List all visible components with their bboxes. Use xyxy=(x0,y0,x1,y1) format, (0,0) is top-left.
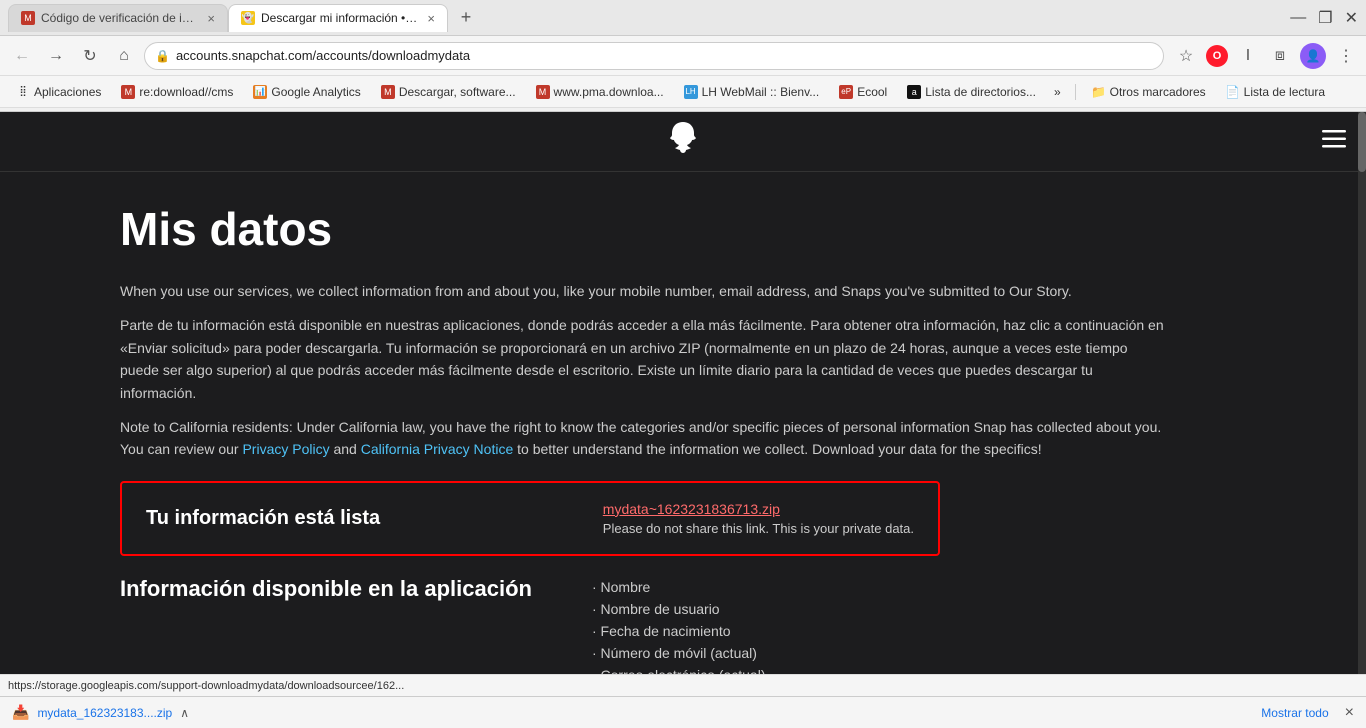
scrollbar-thumb[interactable] xyxy=(1358,112,1366,172)
bookmark-more[interactable]: » xyxy=(1048,82,1067,102)
browser-chrome: M Código de verificación de inicio d... … xyxy=(0,0,1366,112)
bookmarks-bar: ⣿ Aplicaciones M re:download//cms 📊 Goog… xyxy=(0,76,1366,108)
apps-favicon: ⣿ xyxy=(16,85,30,99)
list-item: Nombre de usuario xyxy=(592,598,780,620)
bookmark-lista[interactable]: a Lista de directorios... xyxy=(899,82,1044,102)
pma-favicon: M xyxy=(536,85,550,99)
analytics-favicon: 📊 xyxy=(253,85,267,99)
data-warning-text: Please do not share this link. This is y… xyxy=(603,521,914,536)
bookmark-lista-label: Lista de directorios... xyxy=(925,85,1036,99)
snap-header xyxy=(0,112,1366,172)
window-controls: — ❐ ✕ xyxy=(1290,8,1358,28)
data-link-section: mydata~1623231836713.zip Please do not s… xyxy=(603,501,914,536)
puzzle-icon[interactable]: ⧈ xyxy=(1268,44,1292,68)
bookmark-otros-label: Otros marcadores xyxy=(1110,85,1206,99)
bookmark-descargar-label: Descargar, software... xyxy=(399,85,516,99)
lhwebmail-favicon: LH xyxy=(684,85,698,99)
data-download-link[interactable]: mydata~1623231836713.zip xyxy=(603,501,780,517)
profile-avatar[interactable]: 👤 xyxy=(1300,43,1326,69)
forward-button[interactable]: → xyxy=(42,42,70,70)
bookmark-more-label: » xyxy=(1054,85,1061,99)
main-content: Mis datos When you use our services, we … xyxy=(0,172,1366,696)
back-button[interactable]: ← xyxy=(8,42,36,70)
tab-1-favicon: M xyxy=(21,11,35,25)
menu-icon[interactable]: ⋮ xyxy=(1334,44,1358,68)
bookmark-apps-label: Aplicaciones xyxy=(34,85,101,99)
list-item: Número de móvil (actual) xyxy=(592,642,780,664)
ecool-favicon: eP xyxy=(839,85,853,99)
tab-bar: M Código de verificación de inicio d... … xyxy=(8,4,1290,32)
bookmark-descargar[interactable]: M Descargar, software... xyxy=(373,82,524,102)
description-3: Note to California residents: Under Cali… xyxy=(120,416,1170,461)
bookmark-analytics[interactable]: 📊 Google Analytics xyxy=(245,82,368,102)
download-icon: 📥 xyxy=(12,704,29,721)
title-bar: M Código de verificación de inicio d... … xyxy=(0,0,1366,36)
description-3-and: and xyxy=(333,441,360,457)
browser-icons: ☆ O I ⧈ 👤 ⋮ xyxy=(1174,43,1358,69)
status-url: https://storage.googleapis.com/support-d… xyxy=(8,680,404,692)
scrollbar-track[interactable] xyxy=(1358,112,1366,696)
lectura-favicon: 📄 xyxy=(1226,85,1240,99)
bookmark-lectura[interactable]: 📄 Lista de lectura xyxy=(1218,82,1333,102)
lock-icon: 🔒 xyxy=(155,49,170,63)
hamburger-menu[interactable] xyxy=(1322,130,1346,154)
data-ready-title: Tu información está lista xyxy=(146,507,380,530)
download-chevron[interactable]: ∧ xyxy=(180,706,189,720)
data-ready-box: Tu información está lista mydata~1623231… xyxy=(120,481,940,556)
bookmark-redownload[interactable]: M re:download//cms xyxy=(113,82,241,102)
tab-1-close[interactable]: × xyxy=(207,11,215,26)
bookmark-analytics-label: Google Analytics xyxy=(271,85,360,99)
bookmark-redownload-label: re:download//cms xyxy=(139,85,233,99)
address-bar: ← → ↻ ⌂ 🔒 accounts.snapchat.com/accounts… xyxy=(0,36,1366,76)
list-item: Fecha de nacimiento xyxy=(592,620,780,642)
url-bar[interactable]: 🔒 accounts.snapchat.com/accounts/downloa… xyxy=(144,42,1164,70)
tab-2-close[interactable]: × xyxy=(427,11,435,26)
page-content: Mis datos When you use our services, we … xyxy=(0,112,1366,696)
tab-2[interactable]: 👻 Descargar mi información • Snap... × xyxy=(228,4,448,32)
bookmark-apps[interactable]: ⣿ Aplicaciones xyxy=(8,82,109,102)
bookmark-pma[interactable]: M www.pma.downloa... xyxy=(528,82,672,102)
minimize-button[interactable]: — xyxy=(1290,9,1306,27)
bookmark-lectura-label: Lista de lectura xyxy=(1244,85,1325,99)
tab-1-title: Código de verificación de inicio d... xyxy=(41,11,197,25)
bookmarks-divider xyxy=(1075,84,1076,100)
download-bar: 📥 mydata_162323183....zip ∧ Mostrar todo… xyxy=(0,696,1366,728)
privacy-policy-link[interactable]: Privacy Policy xyxy=(242,441,329,457)
description-2: Parte de tu información está disponible … xyxy=(120,314,1170,404)
description-3-end: to better understand the information we … xyxy=(517,441,1042,457)
opera-icon[interactable]: O xyxy=(1206,45,1228,67)
close-button[interactable]: ✕ xyxy=(1345,8,1358,28)
show-all-button[interactable]: Mostrar todo xyxy=(1253,702,1336,724)
new-tab-button[interactable]: + xyxy=(452,4,480,32)
download-filename[interactable]: mydata_162323183....zip xyxy=(37,706,172,720)
download-item: 📥 mydata_162323183....zip ∧ xyxy=(12,704,189,721)
bookmark-otros[interactable]: 📁 Otros marcadores xyxy=(1084,82,1214,102)
otros-favicon: 📁 xyxy=(1092,85,1106,99)
tab-1[interactable]: M Código de verificación de inicio d... … xyxy=(8,4,228,32)
status-bar: https://storage.googleapis.com/support-d… xyxy=(0,674,1366,696)
bookmark-ecool-label: Ecool xyxy=(857,85,887,99)
bookmark-ecool[interactable]: eP Ecool xyxy=(831,82,895,102)
star-icon[interactable]: ☆ xyxy=(1174,44,1198,68)
lista-favicon: a xyxy=(907,85,921,99)
url-text: accounts.snapchat.com/accounts/downloadm… xyxy=(176,48,1153,63)
list-item: Nombre xyxy=(592,576,780,598)
snapchat-logo xyxy=(663,118,703,165)
app-info-title: Información disponible en la aplicación xyxy=(120,576,532,602)
redownload-favicon: M xyxy=(121,85,135,99)
tab-2-favicon: 👻 xyxy=(241,11,255,25)
reload-button[interactable]: ↻ xyxy=(76,42,104,70)
bookmark-lhwebmail-label: LH WebMail :: Bienv... xyxy=(702,85,820,99)
home-button[interactable]: ⌂ xyxy=(110,42,138,70)
bookmark-lhwebmail[interactable]: LH LH WebMail :: Bienv... xyxy=(676,82,828,102)
bookmark-pma-label: www.pma.downloa... xyxy=(554,85,664,99)
download-close-button[interactable]: × xyxy=(1345,704,1354,722)
description-1: When you use our services, we collect in… xyxy=(120,280,1170,302)
page-title: Mis datos xyxy=(120,202,1246,256)
tab-2-title: Descargar mi información • Snap... xyxy=(261,11,417,25)
descargar-favicon: M xyxy=(381,85,395,99)
california-privacy-link[interactable]: California Privacy Notice xyxy=(361,441,514,457)
extension-icon[interactable]: I xyxy=(1236,44,1260,68)
maximize-button[interactable]: ❐ xyxy=(1318,8,1332,28)
